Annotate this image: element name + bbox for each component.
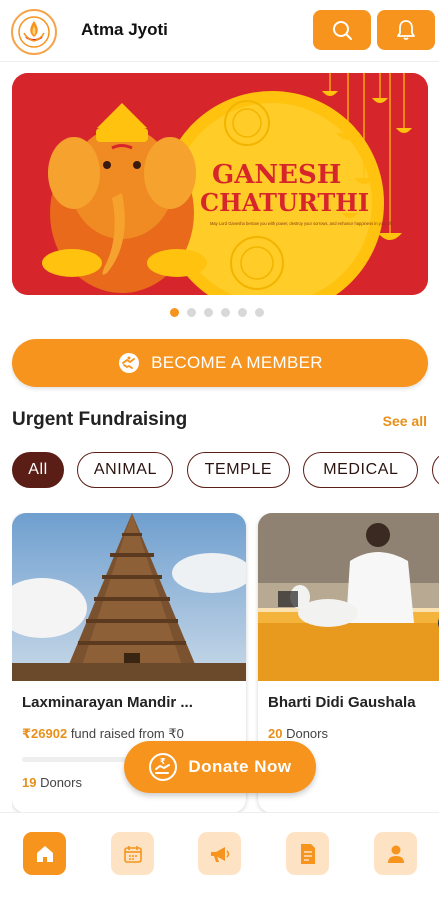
nav-home[interactable] bbox=[23, 832, 66, 875]
temple-image bbox=[12, 513, 246, 681]
banner-message: May Lord Ganesha bestow you with power, … bbox=[210, 221, 394, 226]
chip-all[interactable]: All bbox=[12, 452, 64, 488]
bottom-navigation bbox=[0, 812, 439, 900]
become-member-button[interactable]: BECOME A MEMBER bbox=[12, 339, 428, 387]
pagination-dot[interactable] bbox=[221, 308, 230, 317]
gaushala-image bbox=[258, 513, 439, 681]
raised-amount: ₹26902 bbox=[22, 726, 68, 741]
fundraiser-raised: ₹26902 fund raised from ₹0 bbox=[22, 726, 184, 742]
pagination-dot[interactable] bbox=[204, 308, 213, 317]
search-icon bbox=[333, 21, 352, 40]
festival-banner[interactable]: GANESH CHATURTHI May Lord Ganesha bestow… bbox=[12, 73, 428, 295]
app-title: Atma Jyoti bbox=[81, 20, 168, 39]
home-icon bbox=[36, 845, 53, 862]
donors-label: Donors bbox=[282, 726, 328, 741]
see-all-link[interactable]: See all bbox=[383, 413, 427, 429]
notifications-button[interactable] bbox=[377, 10, 435, 50]
fundraiser-donors: 20 Donors bbox=[268, 726, 328, 741]
category-chips: All ANIMAL TEMPLE MEDICAL E bbox=[12, 452, 439, 490]
search-button[interactable] bbox=[313, 10, 371, 50]
nav-events[interactable] bbox=[111, 832, 154, 875]
calendar-icon bbox=[123, 845, 142, 863]
chip-animal[interactable]: ANIMAL bbox=[77, 452, 174, 488]
pagination-dot[interactable] bbox=[187, 308, 196, 317]
pagination-dot[interactable] bbox=[170, 308, 179, 317]
donate-hand-icon: ₹ bbox=[149, 753, 178, 781]
svg-text:₹: ₹ bbox=[160, 757, 166, 766]
banner-title-line2: CHATURTHI bbox=[200, 188, 369, 217]
pagination-dot[interactable] bbox=[238, 308, 247, 317]
person-icon bbox=[387, 845, 404, 863]
nav-documents[interactable] bbox=[286, 832, 329, 875]
chip-medical[interactable]: MEDICAL bbox=[303, 452, 419, 488]
nav-campaigns[interactable] bbox=[198, 832, 241, 875]
megaphone-icon bbox=[210, 846, 229, 862]
fundraiser-donors: 19 Donors bbox=[22, 775, 82, 790]
handshake-icon bbox=[119, 353, 140, 373]
chip-partial[interactable]: E bbox=[431, 452, 439, 488]
donate-now-button[interactable]: ₹ Donate Now bbox=[124, 741, 316, 793]
become-member-label: BECOME A MEMBER bbox=[151, 353, 323, 372]
donors-count: 19 bbox=[22, 775, 37, 790]
chip-temple[interactable]: TEMPLE bbox=[186, 452, 290, 488]
banner-pagination bbox=[170, 308, 264, 318]
donors-count: 20 bbox=[268, 726, 283, 741]
ganesh-chaturthi-artwork: GANESH CHATURTHI May Lord Ganesha bestow… bbox=[12, 73, 428, 295]
pagination-dot[interactable] bbox=[255, 308, 264, 317]
fundraiser-title: Laxminarayan Mandir ... bbox=[22, 694, 193, 711]
bell-icon bbox=[397, 20, 415, 40]
banner-title-line1: GANESH bbox=[212, 160, 341, 190]
app-header: Atma Jyoti bbox=[0, 0, 439, 62]
document-icon bbox=[300, 843, 315, 864]
raised-text: fund raised from ₹0 bbox=[67, 726, 184, 741]
atma-jyoti-logo[interactable] bbox=[11, 9, 57, 55]
nav-profile[interactable] bbox=[374, 832, 417, 875]
fundraiser-title: Bharti Didi Gaushala bbox=[268, 694, 416, 711]
donors-label: Donors bbox=[36, 775, 82, 790]
urgent-fundraising-title: Urgent Fundraising bbox=[12, 409, 188, 430]
donate-now-label: Donate Now bbox=[188, 757, 292, 776]
